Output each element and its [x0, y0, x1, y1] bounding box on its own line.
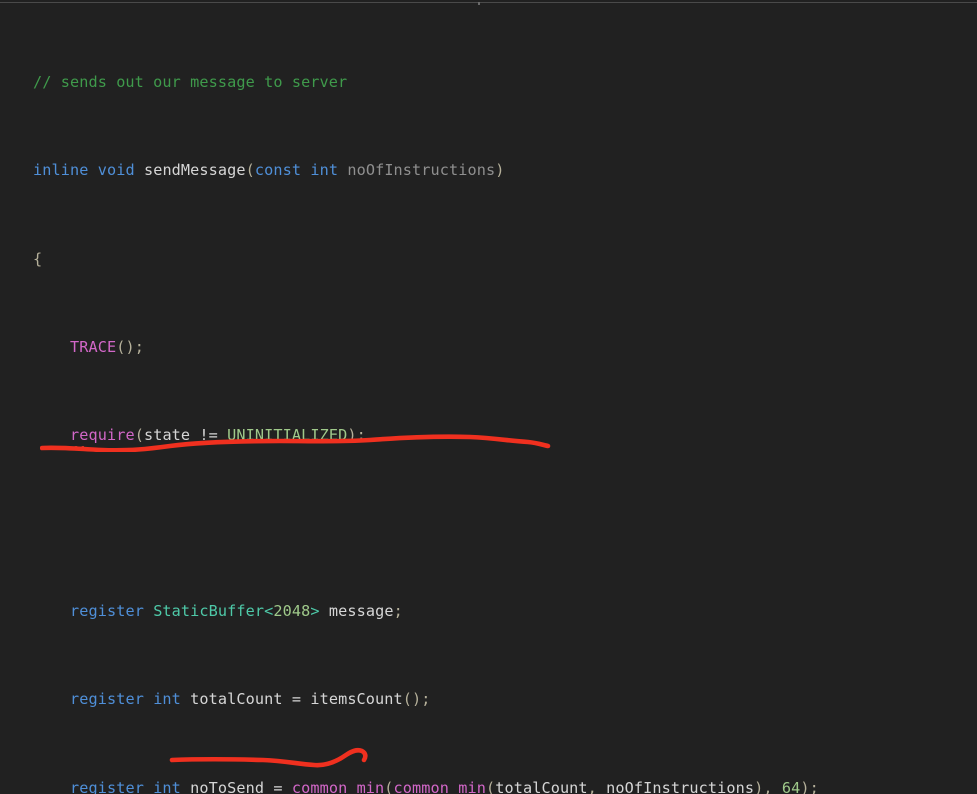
code-line: require(state != UNINITIALIZED); [33, 424, 819, 450]
macro-common-min: common_min [393, 778, 486, 794]
code-editor-window: // sends out our message to server inlin… [0, 0, 977, 794]
number-64: 64 [781, 778, 801, 794]
punctuation: ); [347, 425, 366, 444]
macro-common-min: common_min [291, 778, 385, 794]
macro-trace: TRACE [69, 337, 117, 356]
function-name: sendMessage [143, 161, 246, 180]
punctuation: ( [384, 778, 394, 794]
keyword-int: int [153, 690, 181, 709]
macro-require: require [70, 424, 135, 450]
keyword-inline: inline [33, 161, 89, 180]
keyword-int: int [310, 161, 339, 180]
punctuation: ( [485, 778, 496, 794]
code-line: TRACE(); [33, 336, 819, 358]
operator-ne: != [190, 425, 228, 444]
keyword-register: register [69, 778, 144, 794]
keyword-register: register [69, 690, 144, 709]
operator-assign: = [264, 778, 292, 794]
number-2048: 2048 [273, 602, 311, 621]
punctuation: ), [754, 778, 773, 794]
operator-assign: = [282, 690, 311, 709]
punctuation: ); [800, 778, 819, 794]
punctuation: ( [245, 161, 255, 180]
punctuation: ; [393, 602, 403, 621]
type-staticbuffer: StaticBuffer [153, 602, 265, 621]
code-line: inline void sendMessage(const int noOfIn… [33, 159, 819, 181]
code-line: // sends out our message to server [33, 71, 819, 93]
punctuation: ( [134, 425, 144, 444]
punctuation: > [310, 602, 320, 621]
comment-token: // sends out our message to server [33, 73, 348, 92]
variable-totalcount: totalCount [190, 690, 283, 709]
keyword-int: int [153, 778, 181, 794]
parameter-name: noOfInstructions [347, 161, 496, 180]
punctuation: (); [116, 337, 144, 356]
punctuation: , [587, 778, 597, 794]
keyword-void: void [97, 161, 135, 180]
variable-notosend: noToSend [190, 778, 265, 794]
code-line: { [33, 248, 819, 270]
variable-totalcount: totalCount [495, 778, 588, 794]
variable-message: message [328, 602, 394, 621]
code-line: register int totalCount = itemsCount(); [33, 688, 819, 710]
punctuation: ) [495, 161, 505, 180]
keyword-register: register [69, 602, 144, 621]
constant-uninitialized: UNINITIALIZED [227, 425, 348, 444]
punctuation: (); [402, 690, 431, 709]
variable-noofinstructions: noOfInstructions [606, 778, 755, 794]
code-line: register StaticBuffer<2048> message; [33, 600, 819, 622]
punctuation: < [264, 602, 274, 621]
keyword-const: const [254, 161, 302, 180]
code-text-area[interactable]: // sends out our message to server inlin… [33, 5, 819, 794]
top-divider [0, 2, 977, 3]
method-itemscount: itemsCount [310, 690, 403, 709]
open-brace: { [33, 249, 43, 268]
code-line: register int noToSend = common_min(commo… [33, 777, 819, 794]
variable-state: state [143, 425, 191, 444]
